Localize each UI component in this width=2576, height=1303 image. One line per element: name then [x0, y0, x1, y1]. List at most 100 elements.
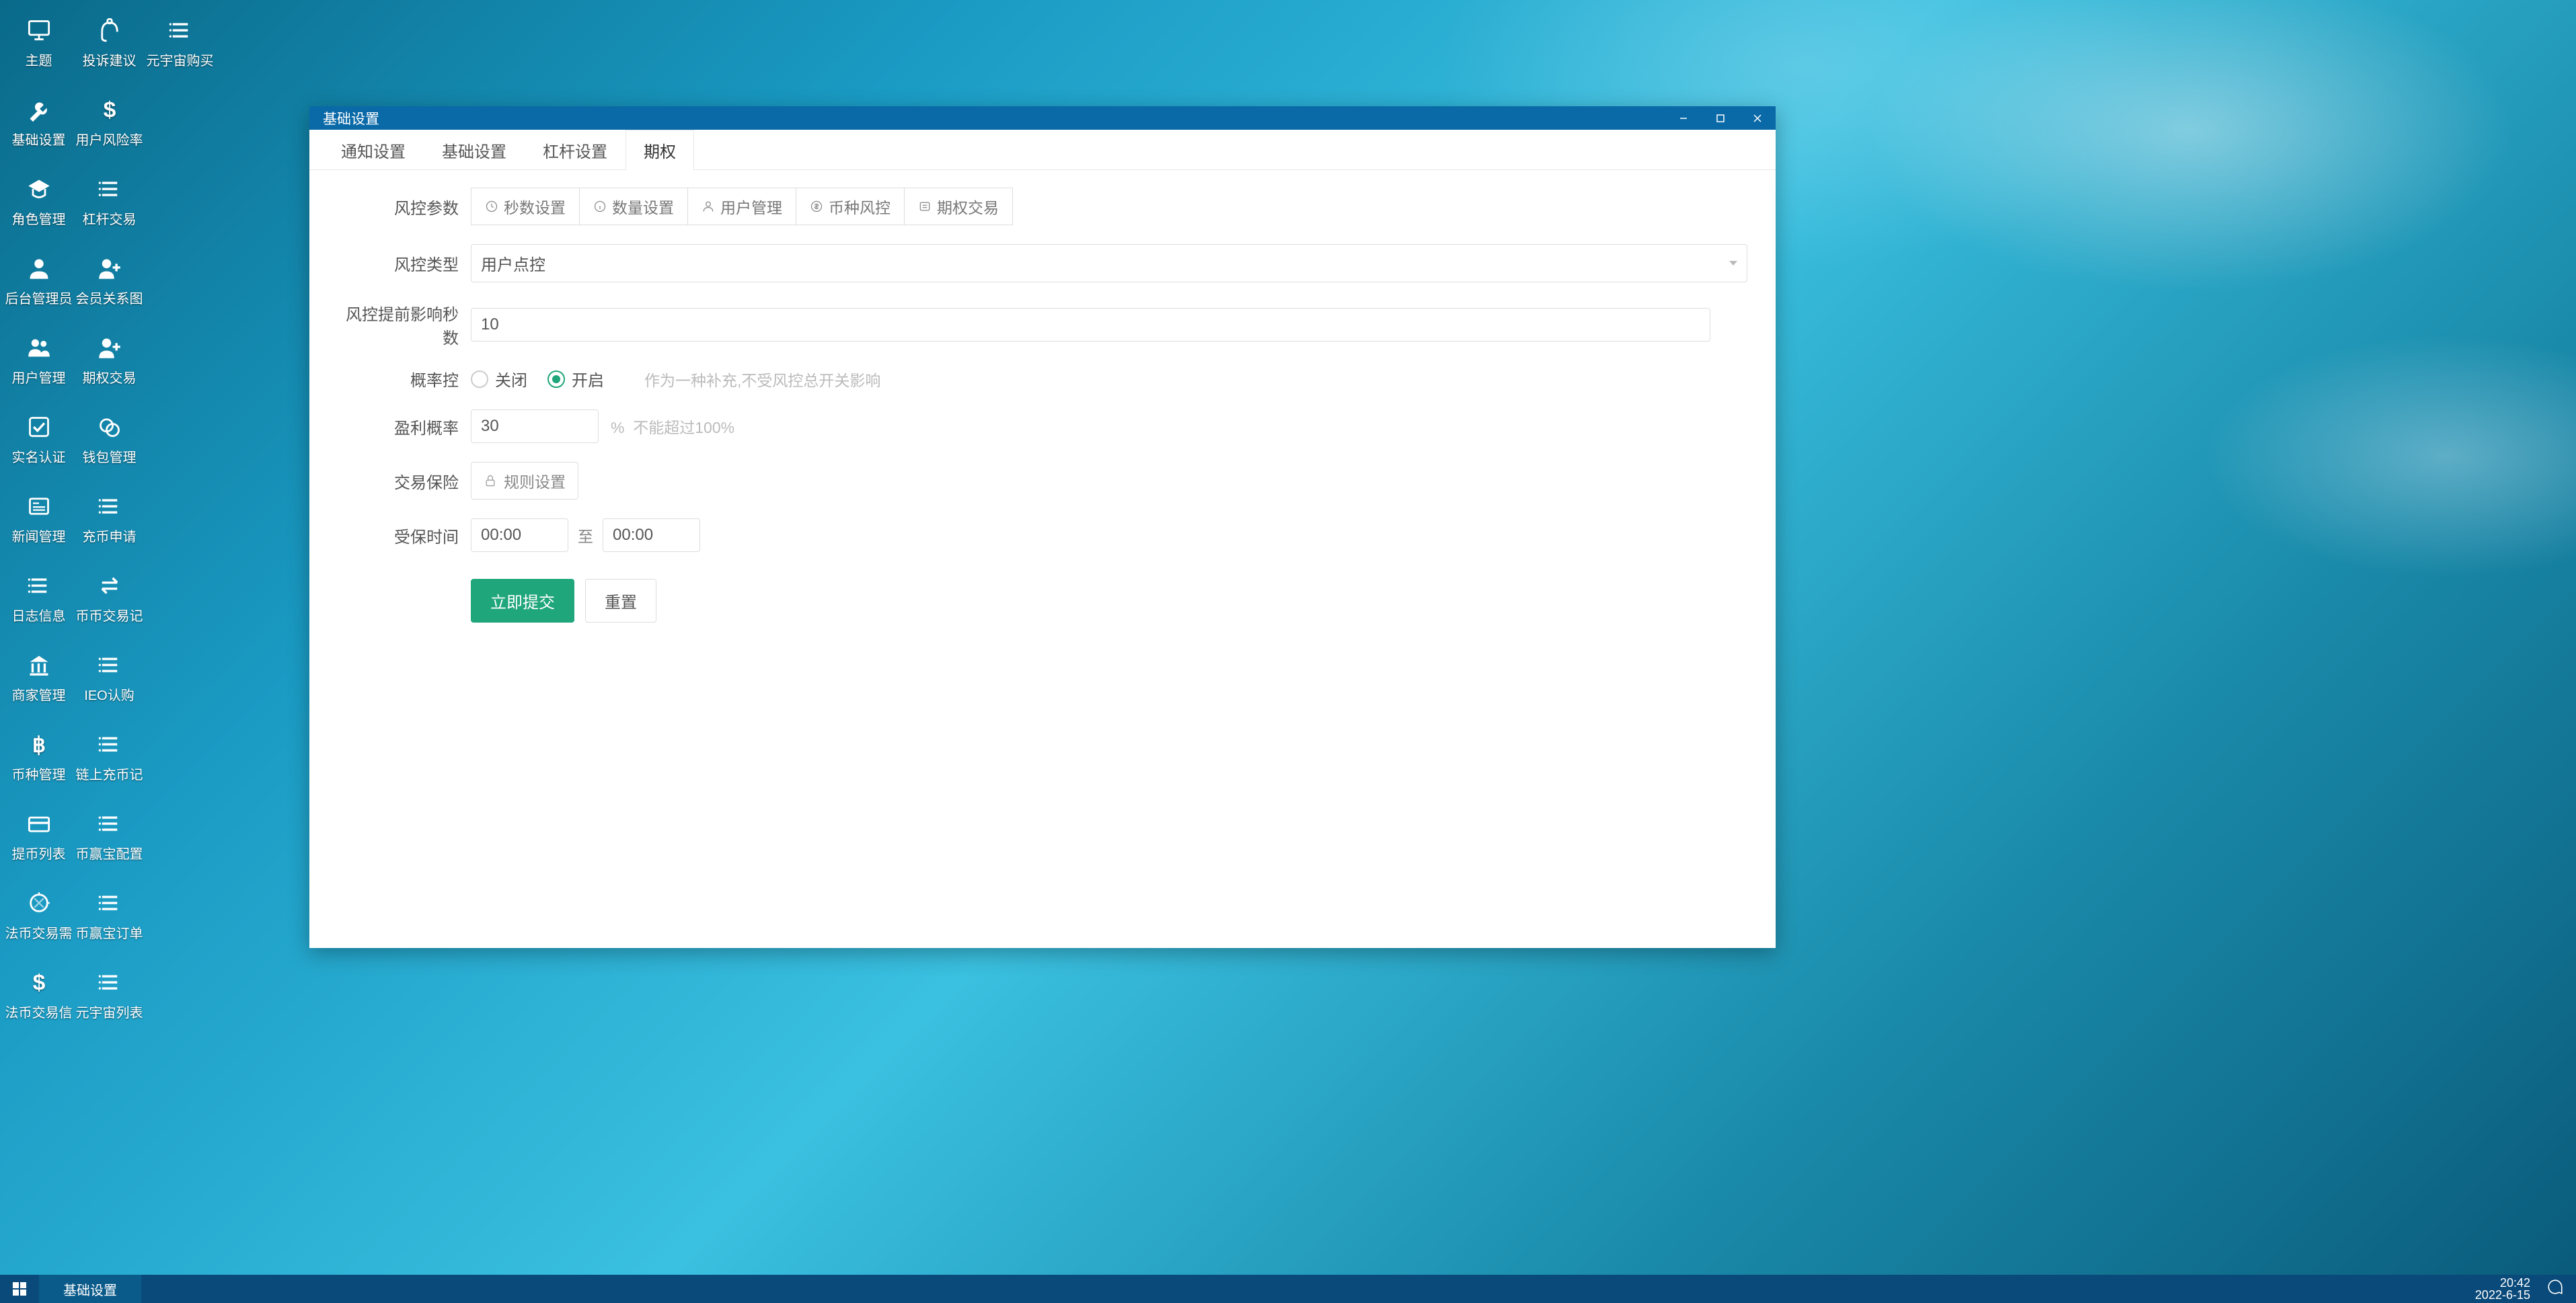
desktop-icon-币赢宝配置[interactable]: 币赢宝配置	[74, 800, 145, 879]
start-button[interactable]	[0, 1275, 39, 1303]
tab-杠杆设置[interactable]: 杠杆设置	[525, 130, 626, 170]
risk-type-value: 用户点控	[481, 251, 545, 275]
desktop-icon-label: 币赢宝订单	[76, 922, 143, 942]
desktop-icon-元宇宙列表[interactable]: 元宇宙列表	[74, 959, 145, 1038]
taskbar-item-settings[interactable]: 基础设置	[39, 1275, 141, 1303]
grad-icon	[25, 175, 53, 203]
desktop-icon-法币交易需[interactable]: 法币交易需	[3, 879, 74, 959]
desktop-icon-label: 提币列表	[12, 843, 66, 863]
clock[interactable]: 20:42 2022-6-15	[2471, 1275, 2534, 1303]
users-icon	[25, 333, 53, 362]
desktop-icon-币种管理[interactable]: 币种管理	[3, 721, 74, 800]
desktop-icon-label: 元宇宙列表	[76, 1002, 143, 1021]
bank-icon	[25, 651, 53, 679]
main-tabs: 通知设置基础设置杠杆设置期权	[309, 130, 1776, 170]
radio-off[interactable]: 关闭	[471, 367, 527, 391]
desktop-icon-主题[interactable]: 主题	[3, 7, 74, 86]
desktop-icon-商家管理[interactable]: 商家管理	[3, 641, 74, 721]
time-to-input[interactable]	[603, 518, 700, 552]
card-icon	[25, 810, 53, 838]
time-to-label: 至	[578, 524, 593, 547]
desktop-icon-label: 币赢宝配置	[76, 843, 143, 863]
close-button[interactable]	[1739, 106, 1776, 130]
settings-window: 基础设置 通知设置基础设置杠杆设置期权 风控参数 秒数设置数量设置用户管理币种风…	[309, 106, 1776, 948]
titlebar[interactable]: 基础设置	[309, 106, 1776, 130]
desktop-icon-后台管理员[interactable]: 后台管理员	[3, 245, 74, 324]
swap-icon	[96, 571, 124, 600]
subtab-用户管理[interactable]: 用户管理	[687, 188, 796, 225]
desktop-icon-币赢宝订单[interactable]: 币赢宝订单	[74, 879, 145, 959]
list-icon	[96, 492, 124, 520]
subtab-币种风控[interactable]: 币种风控	[796, 188, 905, 225]
tab-通知设置[interactable]: 通知设置	[323, 130, 424, 170]
reset-button[interactable]: 重置	[585, 579, 656, 623]
desktop-icon-label: 新闻管理	[12, 526, 66, 545]
desktop-icon-期权交易[interactable]: 期权交易	[74, 324, 145, 403]
desktop-icon-币币交易记[interactable]: 币币交易记	[74, 562, 145, 641]
minimize-button[interactable]	[1665, 106, 1702, 130]
desktop-icon-新闻管理[interactable]: 新闻管理	[3, 483, 74, 562]
desktop-icon-杠杆交易[interactable]: 杠杆交易	[74, 165, 145, 245]
person-icon	[702, 200, 715, 213]
list-icon	[96, 175, 124, 203]
insurance-label: 交易保险	[338, 469, 459, 493]
desktop-icon-label: 法币交易信	[5, 1002, 73, 1021]
subtab-秒数设置[interactable]: 秒数设置	[471, 188, 580, 225]
prob-ctrl-label: 概率控	[338, 367, 459, 391]
desktop-icon-法币交易信[interactable]: 法币交易信	[3, 959, 74, 1038]
tab-基础设置[interactable]: 基础设置	[424, 130, 525, 170]
desktop-icon-投诉建议[interactable]: 投诉建议	[74, 7, 145, 86]
desktop-icon-钱包管理[interactable]: 钱包管理	[74, 403, 145, 483]
desktop-icon-会员关系图[interactable]: 会员关系图	[74, 245, 145, 324]
seconds-input[interactable]	[471, 308, 1710, 342]
window-title: 基础设置	[323, 108, 1665, 128]
desktop-icon-label: 主题	[26, 50, 52, 69]
list-circle-icon	[918, 200, 932, 213]
desktop-icon-实名认证[interactable]: 实名认证	[3, 403, 74, 483]
desktop-icon-基础设置[interactable]: 基础设置	[3, 86, 74, 165]
risk-type-select[interactable]: 用户点控	[471, 244, 1747, 282]
desktop-icon-角色管理[interactable]: 角色管理	[3, 165, 74, 245]
user-plus-icon	[96, 333, 124, 362]
subtab-数量设置[interactable]: 数量设置	[579, 188, 688, 225]
rule-settings-button[interactable]: 规则设置	[471, 462, 578, 500]
desktop-icon-label: 币币交易记	[76, 605, 143, 625]
time-from-input[interactable]	[471, 518, 568, 552]
dollar-circle-icon	[810, 200, 823, 213]
subtab-期权交易[interactable]: 期权交易	[904, 188, 1013, 225]
desktop-icon-label: 商家管理	[12, 684, 66, 704]
notification-icon[interactable]	[2546, 1278, 2564, 1300]
desktop-icon-label: 后台管理员	[5, 288, 73, 307]
headset-icon	[96, 16, 124, 44]
desktop-icon-元宇宙购买[interactable]: 元宇宙购买	[145, 7, 215, 86]
list-icon	[96, 651, 124, 679]
desktop-icon-IEO认购[interactable]: IEO认购	[74, 641, 145, 721]
lock-icon	[484, 474, 497, 487]
desktop-icon-充币申请[interactable]: 充币申请	[74, 483, 145, 562]
desktop-icon-用户管理[interactable]: 用户管理	[3, 324, 74, 403]
desktop-icon-用户风险率[interactable]: 用户风险率	[74, 86, 145, 165]
list-icon	[166, 16, 194, 44]
covered-time-label: 受保时间	[338, 524, 459, 547]
refresh-icon	[25, 889, 53, 917]
clock-icon	[485, 200, 498, 213]
list-icon	[25, 571, 53, 600]
bitcoin-icon	[25, 730, 53, 758]
risk-params-label: 风控参数	[338, 195, 459, 219]
desktop-icon-提币列表[interactable]: 提币列表	[3, 800, 74, 879]
list-icon	[96, 730, 124, 758]
risk-type-label: 风控类型	[338, 251, 459, 275]
profit-prob-input[interactable]	[471, 409, 599, 443]
tab-期权[interactable]: 期权	[626, 130, 694, 170]
info-icon	[593, 200, 607, 213]
desktop-icon-label: 实名认证	[12, 446, 66, 466]
submit-button[interactable]: 立即提交	[471, 579, 574, 623]
user-icon	[25, 254, 53, 282]
desktop-icon-链上充币记[interactable]: 链上充币记	[74, 721, 145, 800]
taskbar: 基础设置 20:42 2022-6-15	[0, 1275, 2576, 1303]
desktop-icon-日志信息[interactable]: 日志信息	[3, 562, 74, 641]
radio-on[interactable]: 开启	[547, 367, 604, 391]
maximize-button[interactable]	[1702, 106, 1739, 130]
wrench-icon	[25, 95, 53, 124]
news-icon	[25, 492, 53, 520]
